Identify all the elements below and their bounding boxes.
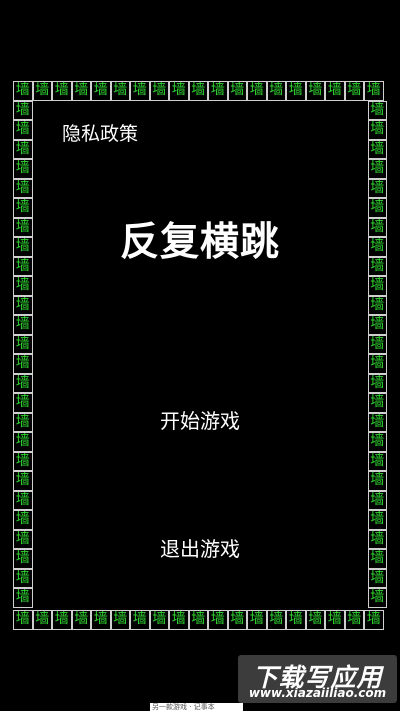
game-screen: 墙墙墙墙墙墙墙墙墙墙墙墙墙墙墙墙墙墙墙 墙墙墙墙墙墙墙墙墙墙墙墙墙墙墙墙墙墙墙墙… <box>0 0 400 711</box>
wall-tile: 墙 <box>13 315 33 335</box>
wall-tile: 墙 <box>13 100 33 120</box>
wall-tile: 墙 <box>367 178 387 198</box>
wall-tile: 墙 <box>13 490 33 510</box>
wall-tile: 墙 <box>13 354 33 374</box>
start-game-button[interactable]: 开始游戏 <box>0 405 400 434</box>
wall-tile: 墙 <box>13 373 33 393</box>
wall-tile: 墙 <box>188 610 208 630</box>
wall-tile: 墙 <box>286 81 306 101</box>
wall-tile: 墙 <box>52 81 72 101</box>
bottom-ad-strip[interactable]: 另一款游戏 · 记事本 <box>150 703 243 711</box>
bottom-strip-text: 另一款游戏 · 记事本 <box>152 703 215 711</box>
wall-tile: 墙 <box>91 81 111 101</box>
wall-tile: 墙 <box>13 451 33 471</box>
wall-tile: 墙 <box>13 432 33 452</box>
wall-tile: 墙 <box>110 81 130 101</box>
wall-tile: 墙 <box>367 568 387 588</box>
wall-tile: 墙 <box>367 159 387 179</box>
wall-tile: 墙 <box>367 334 387 354</box>
wall-tile: 墙 <box>305 610 325 630</box>
wall-tile: 墙 <box>367 354 387 374</box>
wall-tile: 墙 <box>13 588 33 608</box>
wall-tile: 墙 <box>169 81 189 101</box>
wall-tile: 墙 <box>367 276 387 296</box>
wall-tile: 墙 <box>13 139 33 159</box>
wall-tile: 墙 <box>149 610 169 630</box>
wall-tile: 墙 <box>227 81 247 101</box>
wall-tile: 墙 <box>305 81 325 101</box>
wall-tile: 墙 <box>32 610 52 630</box>
wall-tile: 墙 <box>13 334 33 354</box>
wall-tile: 墙 <box>149 81 169 101</box>
wall-tile: 墙 <box>325 81 345 101</box>
wall-tile: 墙 <box>188 81 208 101</box>
wall-tile: 墙 <box>13 610 33 630</box>
wall-tile: 墙 <box>13 295 33 315</box>
wall-tile: 墙 <box>13 568 33 588</box>
wall-right-border: 墙墙墙墙墙墙墙墙墙墙墙墙墙墙墙墙墙墙墙墙墙墙墙墙墙墙 <box>367 100 387 608</box>
wall-tile: 墙 <box>71 610 91 630</box>
wall-tile: 墙 <box>344 610 364 630</box>
game-title: 反复横跳 <box>119 220 280 265</box>
wall-left-border: 墙墙墙墙墙墙墙墙墙墙墙墙墙墙墙墙墙墙墙墙墙墙墙墙墙墙 <box>13 100 33 608</box>
wall-tile: 墙 <box>71 81 91 101</box>
wall-tile: 墙 <box>367 295 387 315</box>
wall-tile: 墙 <box>367 432 387 452</box>
wall-tile: 墙 <box>13 471 33 491</box>
watermark-url: www.xiazaiiliao.com <box>248 686 387 700</box>
wall-tile: 墙 <box>208 81 228 101</box>
wall-tile: 墙 <box>367 451 387 471</box>
wall-tile: 墙 <box>364 81 384 101</box>
wall-tile: 墙 <box>52 610 72 630</box>
wall-tile: 墙 <box>367 373 387 393</box>
wall-tile: 墙 <box>130 81 150 101</box>
wall-top-border: 墙墙墙墙墙墙墙墙墙墙墙墙墙墙墙墙墙墙墙 <box>13 81 384 101</box>
wall-tile: 墙 <box>286 610 306 630</box>
wall-tile: 墙 <box>325 610 345 630</box>
wall-tile: 墙 <box>208 610 228 630</box>
wall-tile: 墙 <box>266 610 286 630</box>
wall-tile: 墙 <box>32 81 52 101</box>
wall-tile: 墙 <box>13 120 33 140</box>
wall-tile: 墙 <box>247 81 267 101</box>
watermark-logo: 下载写应用 www.xiazaiiliao.com <box>238 655 397 703</box>
wall-tile: 墙 <box>266 81 286 101</box>
wall-tile: 墙 <box>13 178 33 198</box>
wall-tile: 墙 <box>91 610 111 630</box>
wall-tile: 墙 <box>367 315 387 335</box>
wall-tile: 墙 <box>247 610 267 630</box>
wall-tile: 墙 <box>130 610 150 630</box>
wall-tile: 墙 <box>344 81 364 101</box>
wall-tile: 墙 <box>367 490 387 510</box>
wall-tile: 墙 <box>364 610 384 630</box>
wall-tile: 墙 <box>367 588 387 608</box>
wall-tile: 墙 <box>110 610 130 630</box>
wall-bottom-border: 墙墙墙墙墙墙墙墙墙墙墙墙墙墙墙墙墙墙墙 <box>13 610 384 630</box>
wall-tile: 墙 <box>169 610 189 630</box>
wall-tile: 墙 <box>367 139 387 159</box>
wall-tile: 墙 <box>13 276 33 296</box>
exit-game-button[interactable]: 退出游戏 <box>0 533 400 562</box>
wall-tile: 墙 <box>227 610 247 630</box>
wall-tile: 墙 <box>13 159 33 179</box>
wall-tile: 墙 <box>367 120 387 140</box>
wall-tile: 墙 <box>367 100 387 120</box>
wall-tile: 墙 <box>13 510 33 530</box>
wall-tile: 墙 <box>13 81 33 101</box>
privacy-policy-link[interactable]: 隐私政策 <box>62 119 138 146</box>
wall-tile: 墙 <box>367 471 387 491</box>
wall-tile: 墙 <box>367 510 387 530</box>
